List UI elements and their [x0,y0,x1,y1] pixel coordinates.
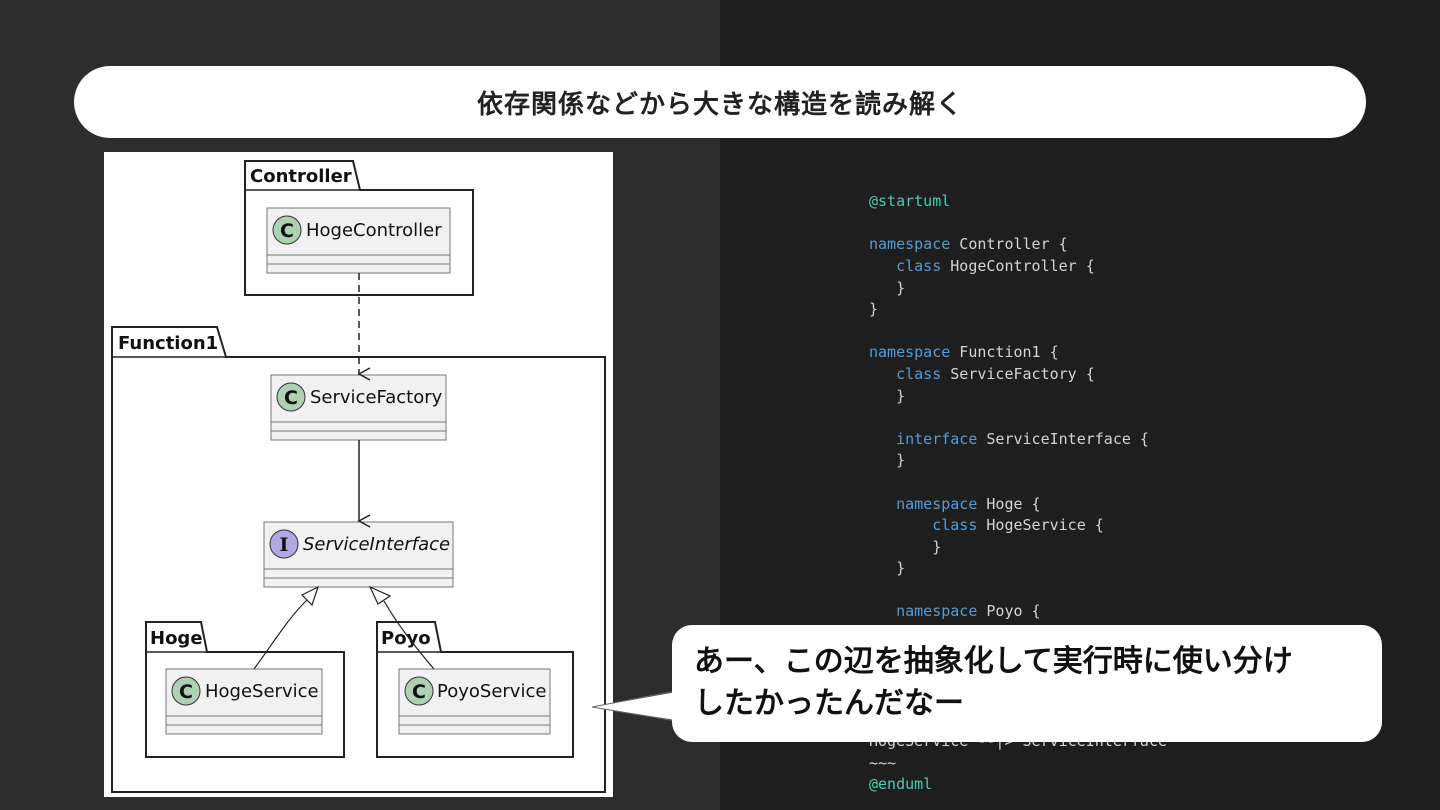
svg-text:C: C [284,387,298,409]
uml-svg: Controller C HogeController Function1 C … [111,160,606,793]
class-hoge-service: C HogeService [165,668,323,735]
title-bar: 依存関係などから大きな構造を読み解く [74,66,1366,138]
code-text: HogeController { [941,256,1095,275]
speech-bubble: あー、この辺を抽象化して実行時に使い分け したかったんだなー [672,625,1382,742]
code-line: namespace Hoge { [869,494,1349,516]
uml-diagram: Controller C HogeController Function1 C … [104,152,613,797]
code-text: ~~~ [869,753,897,772]
code-line: } [869,450,1349,472]
package-label-hoge: Hoge [150,628,203,649]
class-hoge-controller: C HogeController [266,207,451,274]
code-keyword: class [896,256,942,275]
code-line: ~~~ [869,753,1167,775]
package-label-poyo: Poyo [381,628,431,649]
code-text: } [896,559,906,578]
code-line: @startuml [869,191,1349,213]
code-keyword: class [932,516,978,535]
code-line: namespace Poyo { [869,601,1349,623]
code-line: namespace Function1 { [869,342,1349,364]
code-line: @enduml [869,774,1167,796]
code-keyword: namespace [869,343,951,362]
code-keyword: namespace [896,602,978,621]
code-text: } [869,300,879,319]
speech-bubble-text: あー、この辺を抽象化して実行時に使い分け したかったんだなー [694,641,1374,725]
code-line: } [869,299,1349,321]
speech-line-1: あー、この辺を抽象化して実行時に使い分け [694,644,1293,679]
code-keyword: class [896,364,942,383]
code-lines: @startuml namespace Controller { class Ho… [869,191,1349,666]
code-keyword: namespace [869,235,951,254]
code-text: Poyo { [977,602,1041,621]
svg-text:C: C [280,220,294,242]
code-keyword: @startuml [869,192,951,211]
code-line: } [869,558,1349,580]
package-label-controller: Controller [250,166,352,187]
code-text: ServiceInterface { [977,429,1149,448]
code-text: } [896,278,906,297]
code-text: Controller { [950,235,1068,254]
code-line: class HogeService { [869,515,1349,537]
code-keyword: @enduml [869,775,933,794]
code-line: } [869,537,1349,559]
code-text: } [896,451,906,470]
code-line: class ServiceFactory { [869,364,1349,386]
class-poyo-service: C PoyoService [398,668,551,735]
interface-service-interface: I ServiceInterface [263,521,454,588]
interface-name-service-interface: ServiceInterface [303,534,450,555]
code-text: Hoge { [977,494,1041,513]
code-line: namespace Controller { [869,234,1349,256]
code-keyword: namespace [896,494,978,513]
page-title: 依存関係などから大きな構造を読み解く [476,89,963,120]
svg-text:C: C [412,681,426,703]
code-line: interface ServiceInterface { [869,429,1349,451]
code-keyword: interface [896,429,978,448]
code-line: class HogeController { [869,256,1349,278]
code-text: } [932,537,942,556]
class-name-service-factory: ServiceFactory [310,387,443,408]
class-name-hoge-service: HogeService [205,681,319,702]
class-name-hoge-controller: HogeController [306,220,442,241]
svg-text:C: C [179,681,193,703]
svg-text:I: I [280,534,289,556]
code-text: } [896,386,906,405]
class-name-poyo-service: PoyoService [437,681,546,702]
code-line: } [869,386,1349,408]
package-label-function1: Function1 [118,333,218,354]
speech-line-2: したかったんだなー [694,686,964,721]
code-text: HogeService { [977,516,1104,535]
code-line: } [869,278,1349,300]
code-text: Function1 { [950,343,1059,362]
class-service-factory: C ServiceFactory [270,374,447,441]
code-text: ServiceFactory { [941,364,1095,383]
